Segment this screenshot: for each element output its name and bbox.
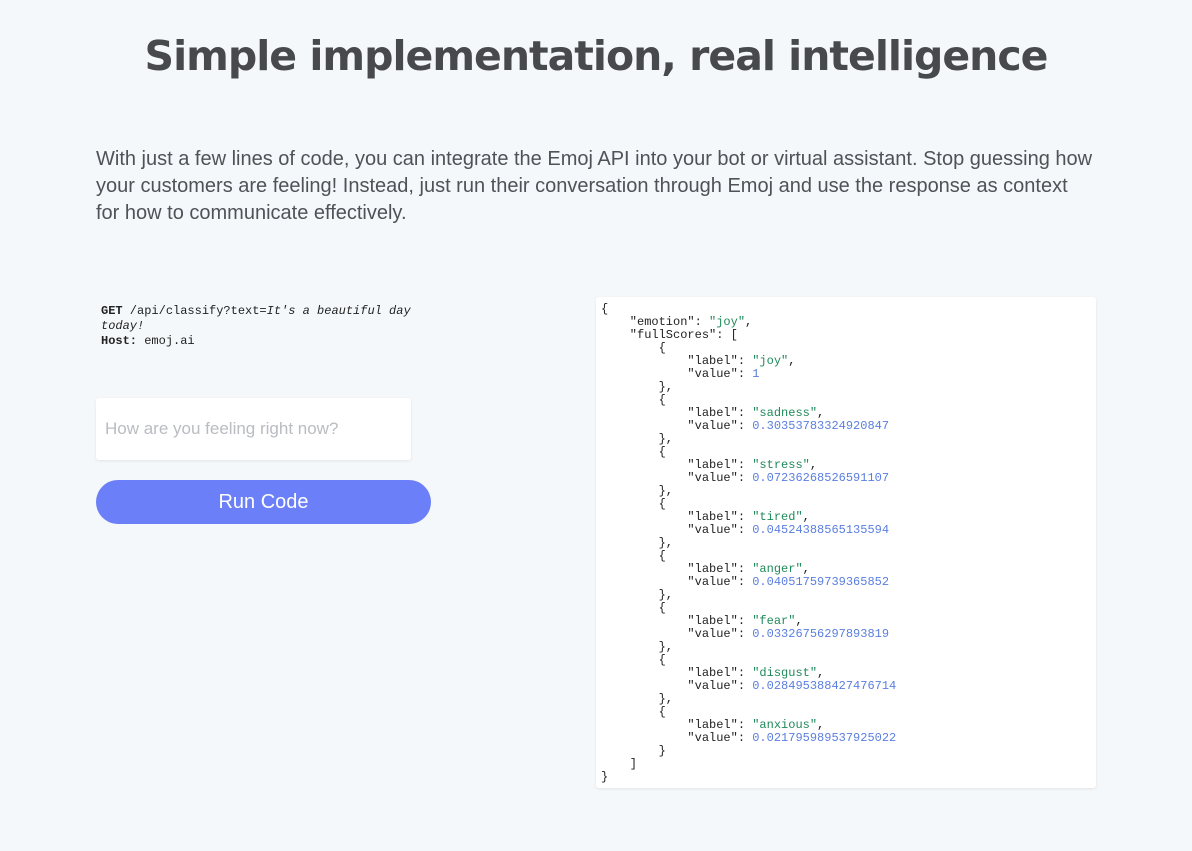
json-response-panel: { "emotion": "joy", "fullScores": [ { "l… <box>596 297 1096 788</box>
score-number-value: 0.30353783324920847 <box>752 419 890 433</box>
json-score-close: } <box>601 744 666 758</box>
score-number-value: 0.04524388565135594 <box>752 523 890 537</box>
score-label-value: "anger" <box>752 562 803 576</box>
json-score-value: "value": 0.028495388427476714 <box>601 679 897 693</box>
score-label-value: "tired" <box>752 510 803 524</box>
emotion-value: "joy" <box>709 315 746 329</box>
json-score-value: "value": 1 <box>601 367 760 381</box>
score-number-value: 0.028495388427476714 <box>752 679 897 693</box>
json-close-brace: } <box>601 770 609 784</box>
json-score-close: }, <box>601 588 674 602</box>
run-code-button[interactable]: Run Code <box>96 480 431 524</box>
score-label-value: "disgust" <box>752 666 818 680</box>
json-score-close: }, <box>601 380 674 394</box>
score-number-value: 0.04051759739365852 <box>752 575 890 589</box>
json-score-value: "value": 0.04524388565135594 <box>601 523 890 537</box>
json-array-close: ] <box>601 757 638 771</box>
score-label-value: "fear" <box>752 614 796 628</box>
json-score-close: }, <box>601 484 674 498</box>
json-score-close: }, <box>601 432 674 446</box>
score-number-value: 0.03326756297893819 <box>752 627 890 641</box>
section-title: Simple implementation, real intelligence <box>144 32 1049 80</box>
json-score-close: }, <box>601 536 674 550</box>
json-score-close: }, <box>601 692 674 706</box>
request-path: /api/classify?text= <box>122 304 267 318</box>
score-label-value: "stress" <box>752 458 810 472</box>
json-score-value: "value": 0.07236268526591107 <box>601 471 890 485</box>
api-request-example: GET /api/classify?text=It's a beautiful … <box>101 304 421 349</box>
score-number-value: 1 <box>752 367 760 381</box>
feeling-input[interactable] <box>96 398 411 460</box>
json-score-value: "value": 0.021795989537925022 <box>601 731 897 745</box>
host-value: emoj.ai <box>137 334 195 348</box>
json-score-value: "value": 0.03326756297893819 <box>601 627 890 641</box>
score-label-value: "joy" <box>752 354 789 368</box>
request-method: GET <box>101 304 123 318</box>
score-number-value: 0.021795989537925022 <box>752 731 897 745</box>
score-label-value: "anxious" <box>752 718 818 732</box>
intro-paragraph: With just a few lines of code, you can i… <box>96 148 1093 224</box>
score-label-value: "sadness" <box>752 406 818 420</box>
score-number-value: 0.07236268526591107 <box>752 471 890 485</box>
json-score-close: }, <box>601 640 674 654</box>
json-score-value: "value": 0.30353783324920847 <box>601 419 890 433</box>
host-label: Host: <box>101 334 138 348</box>
json-fullscores-line: "fullScores": [ <box>601 328 738 342</box>
json-score-value: "value": 0.04051759739365852 <box>601 575 890 589</box>
